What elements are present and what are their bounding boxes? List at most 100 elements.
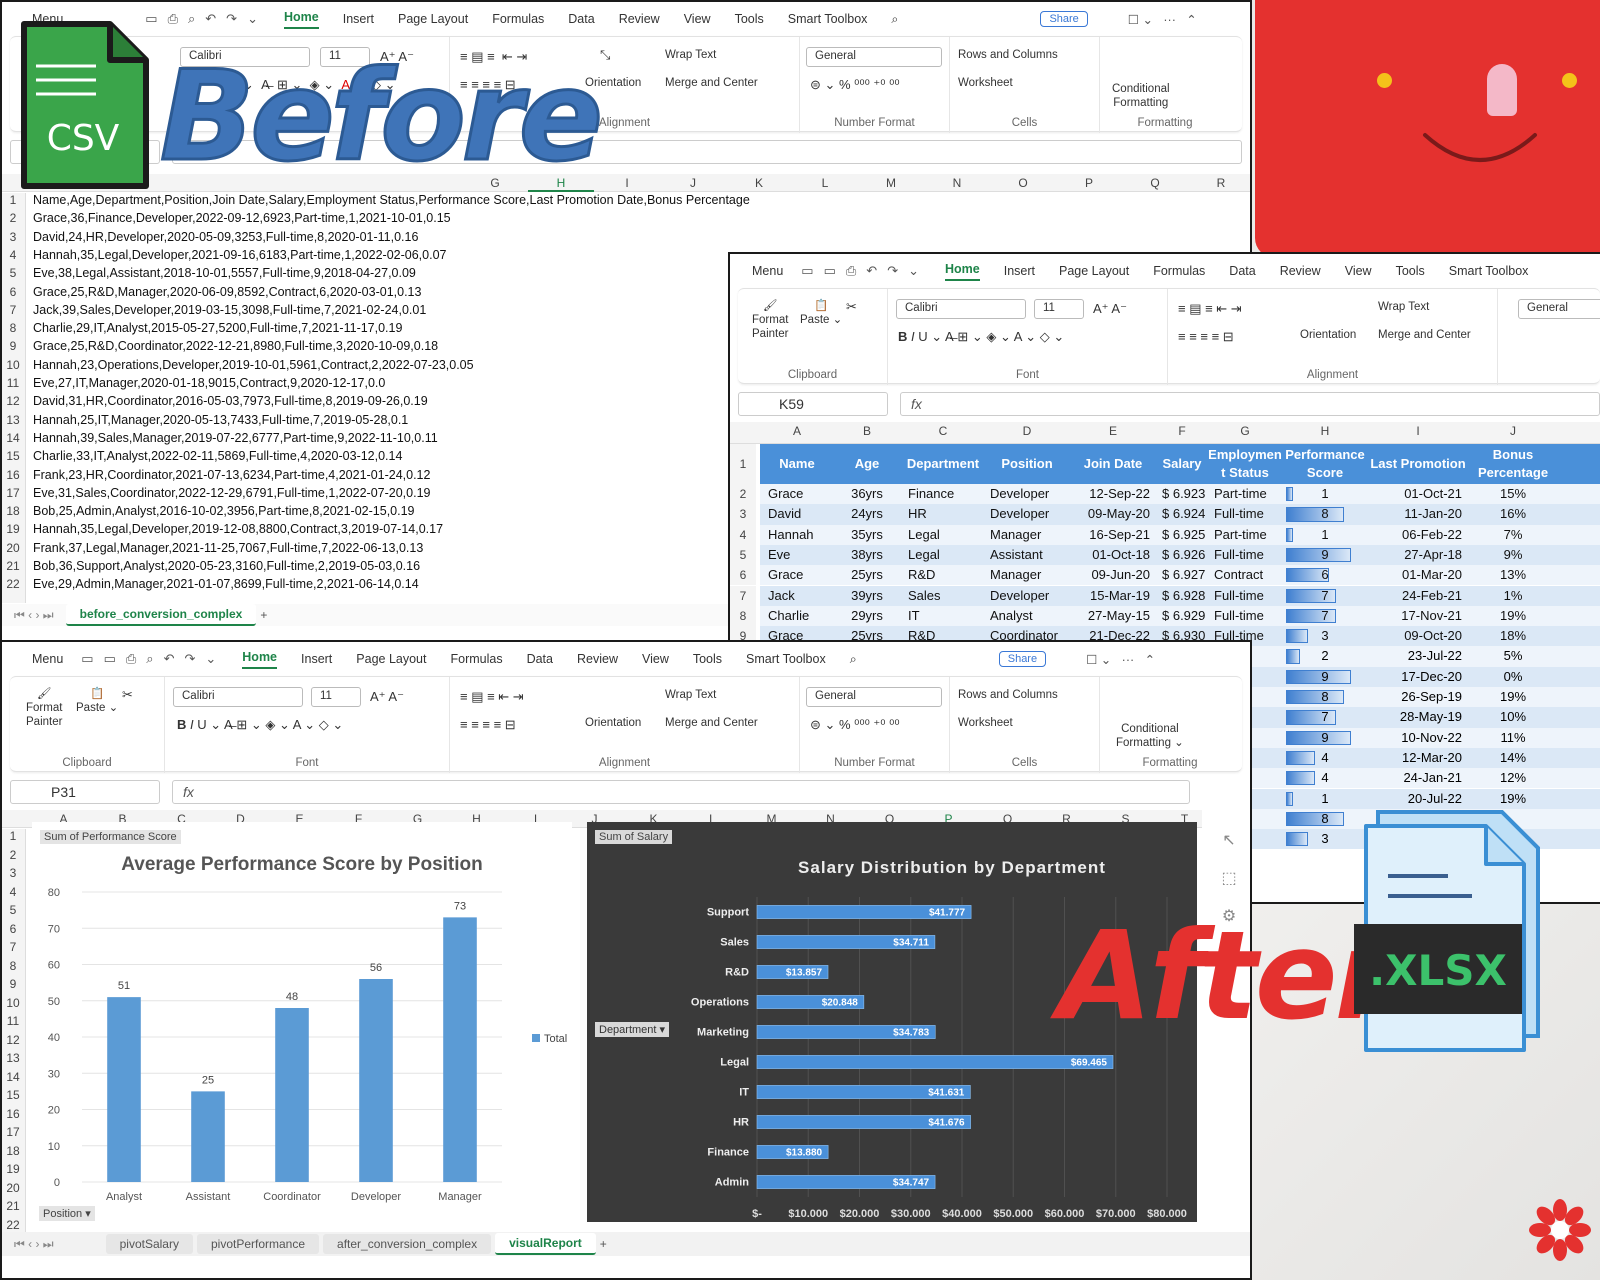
font-name-dropdown[interactable]: Calibri xyxy=(173,687,303,707)
table-cell[interactable]: 39yrs xyxy=(832,586,902,606)
wrap-text-button[interactable]: Wrap Text xyxy=(665,49,716,61)
tab-review[interactable]: Review xyxy=(619,12,660,26)
print-icon[interactable]: ⎙ xyxy=(168,11,178,27)
column-header[interactable]: G xyxy=(1208,424,1282,438)
tab-review[interactable]: Review xyxy=(1280,264,1321,278)
column-header[interactable]: H xyxy=(1282,424,1368,438)
table-cell[interactable]: 28-May-19 xyxy=(1368,707,1468,727)
preview-icon[interactable]: ⌕ xyxy=(146,651,153,667)
column-header[interactable]: N xyxy=(924,176,990,190)
tab-data[interactable]: Data xyxy=(527,652,553,666)
preview-icon[interactable]: ⌕ xyxy=(188,11,195,27)
performance-chart[interactable]: Sum of Performance Score Average Perform… xyxy=(32,822,572,1222)
row-header[interactable]: 1 xyxy=(2,829,24,843)
table-cell[interactable]: 12% xyxy=(1468,768,1558,788)
row-header[interactable]: 3 xyxy=(2,866,24,880)
folder-icon[interactable]: ▭ xyxy=(801,263,813,279)
row-header[interactable]: 5 xyxy=(2,266,24,280)
table-cell[interactable]: 9% xyxy=(1468,545,1558,565)
undo-icon[interactable]: ↶ xyxy=(866,263,877,279)
csv-row[interactable]: Frank,37,Legal,Manager,2021-11-25,7067,F… xyxy=(33,541,423,555)
table-cell[interactable]: 8 xyxy=(1282,504,1368,524)
table-cell[interactable]: 7 xyxy=(1282,707,1368,727)
align-left-icons[interactable]: ≡ ≡ ≡ ≡ ⊟ xyxy=(460,717,516,733)
tab-smart-toolbox[interactable]: Smart Toolbox xyxy=(788,12,868,26)
table-cell[interactable]: Contract xyxy=(1208,565,1282,585)
conditional-formatting-button[interactable]: Conditional Formatting xyxy=(1112,82,1170,110)
table-header-cell[interactable]: Salary xyxy=(1156,444,1208,484)
table-cell[interactable]: 24yrs xyxy=(832,504,902,524)
tab-view[interactable]: View xyxy=(684,12,711,26)
tab-formulas[interactable]: Formulas xyxy=(1153,264,1205,278)
tab-view[interactable]: View xyxy=(642,652,669,666)
table-cell[interactable]: 8 xyxy=(1282,687,1368,707)
merge-center-button[interactable]: Merge and Center xyxy=(665,77,758,89)
sheet-nav-icons[interactable]: ⏮ ‹ › ⏭ xyxy=(14,1237,54,1252)
redo-icon[interactable]: ↷ xyxy=(226,11,237,27)
column-header[interactable]: I xyxy=(594,176,660,190)
table-cell[interactable]: $ 6.924 xyxy=(1156,504,1208,524)
table-cell[interactable]: 3 xyxy=(1282,626,1368,646)
table-cell[interactable]: 01-Oct-21 xyxy=(1368,484,1468,504)
csv-row[interactable]: Grace,25,R&D,Coordinator,2022-12-21,8980… xyxy=(33,339,438,353)
cut-icon[interactable]: ✂ xyxy=(122,687,133,703)
row-header[interactable]: 18 xyxy=(2,1144,24,1158)
table-header-cell[interactable]: Position xyxy=(984,444,1070,484)
sheet-tab-before-conversion[interactable]: before_conversion_complex xyxy=(65,604,257,626)
tab-smart-toolbox[interactable]: Smart Toolbox xyxy=(746,652,826,666)
row-header[interactable]: 21 xyxy=(2,1199,24,1213)
column-header[interactable]: M xyxy=(858,176,924,190)
table-cell[interactable]: 12-Mar-20 xyxy=(1368,748,1468,768)
row-header[interactable]: 19 xyxy=(2,522,24,536)
table-cell[interactable]: 15% xyxy=(1468,484,1558,504)
increase-font-icon[interactable]: A⁺ A⁻ xyxy=(1093,301,1127,317)
table-cell[interactable]: 16-Sep-21 xyxy=(1070,525,1156,545)
row-header[interactable]: 22 xyxy=(2,577,24,591)
tab-smart-toolbox[interactable]: Smart Toolbox xyxy=(1449,264,1529,278)
row-header[interactable]: 3 xyxy=(730,504,756,525)
row-header[interactable]: 8 xyxy=(2,321,24,335)
table-cell[interactable]: 4 xyxy=(1282,748,1368,768)
row-header[interactable]: 7 xyxy=(2,940,24,954)
csv-row[interactable]: Charlie,33,IT,Analyst,2022-02-11,5869,Fu… xyxy=(33,449,402,463)
merge-center-button[interactable]: Merge and Center xyxy=(665,717,758,729)
table-cell[interactable]: Analyst xyxy=(984,606,1070,626)
row-header[interactable]: 20 xyxy=(2,541,24,555)
row-header[interactable]: 5 xyxy=(730,544,756,566)
paste-button[interactable]: 📋 Paste ⌄ xyxy=(800,299,842,327)
table-cell[interactable]: Part-time xyxy=(1208,484,1282,504)
table-cell[interactable]: 09-Oct-20 xyxy=(1368,626,1468,646)
tab-tools[interactable]: Tools xyxy=(1396,264,1425,278)
table-cell[interactable]: Part-time xyxy=(1208,525,1282,545)
table-cell[interactable]: 35yrs xyxy=(832,525,902,545)
tab-data[interactable]: Data xyxy=(568,12,594,26)
row-header[interactable]: 10 xyxy=(2,358,24,372)
table-cell[interactable]: 12-Sep-22 xyxy=(1070,484,1156,504)
add-sheet-icon[interactable]: + xyxy=(600,1237,607,1251)
table-cell[interactable]: 6 xyxy=(1282,565,1368,585)
row-header[interactable]: 2 xyxy=(730,484,756,505)
row-header[interactable]: 19 xyxy=(2,1162,24,1176)
position-filter-button[interactable]: Position ▾ xyxy=(39,1206,95,1221)
csv-row[interactable]: Name,Age,Department,Position,Join Date,S… xyxy=(33,193,750,207)
align-top-icons[interactable]: ≡ ▤ ≡ ⇤ ⇥ xyxy=(1178,301,1242,317)
tab-data[interactable]: Data xyxy=(1229,264,1255,278)
table-cell[interactable]: 23-Jul-22 xyxy=(1368,646,1468,666)
table-cell[interactable]: 7 xyxy=(1282,606,1368,626)
table-cell[interactable]: 2 xyxy=(1282,646,1368,666)
column-header[interactable]: P xyxy=(1056,176,1122,190)
tab-formulas[interactable]: Formulas xyxy=(450,652,502,666)
sheet-tab-after-conversion[interactable]: after_conversion_complex xyxy=(323,1234,492,1254)
tab-insert[interactable]: Insert xyxy=(1004,264,1035,278)
rows-columns-button[interactable]: Rows and Columns xyxy=(958,49,1058,61)
row-header[interactable]: 10 xyxy=(2,996,24,1010)
table-cell[interactable]: 10-Nov-22 xyxy=(1368,728,1468,748)
row-header[interactable]: 2 xyxy=(2,848,24,862)
table-cell[interactable]: 38yrs xyxy=(832,545,902,565)
table-cell[interactable]: Full-time xyxy=(1208,545,1282,565)
formula-input[interactable]: fx xyxy=(900,392,1600,416)
table-cell[interactable]: Charlie xyxy=(762,606,832,626)
table-cell[interactable]: Grace xyxy=(762,565,832,585)
number-format-dropdown[interactable]: General xyxy=(1518,299,1600,319)
table-cell[interactable]: 09-May-20 xyxy=(1070,504,1156,524)
